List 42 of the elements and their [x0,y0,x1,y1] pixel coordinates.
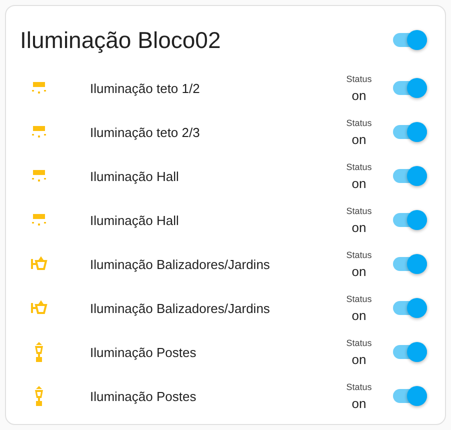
post-lantern-icon [33,342,45,362]
entity-name: Iluminação Balizadores/Jardins [90,300,271,316]
status-label: Status [346,250,372,260]
toggle-switch[interactable] [393,213,427,227]
status-value: on [352,264,366,278]
status-value: on [352,352,366,366]
status-label: Status [346,118,372,128]
post-lantern-icon [33,386,45,406]
toggle-switch[interactable] [393,345,427,359]
status-value: on [352,132,366,146]
wall-lantern-icon [30,299,48,317]
wall-lantern-icon [30,255,48,273]
status-value: on [352,396,366,410]
toggle-switch[interactable] [393,389,427,403]
status-value: on [352,176,366,190]
status-label: Status [346,206,372,216]
entity-name: Iluminação teto 1/2 [90,80,201,96]
ceiling-light-icon [31,170,47,182]
status-label: Status [346,382,372,392]
toggle-switch[interactable] [393,81,427,95]
toggle-switch[interactable] [393,33,427,47]
entity-name: Iluminação Balizadores/Jardins [90,256,271,272]
toggle-switch[interactable] [393,125,427,139]
status-label: Status [346,294,372,304]
status-value: on [352,88,366,102]
status-label: Status [346,162,372,172]
status-label: Status [346,74,372,84]
status-value: on [352,220,366,234]
status-label: Status [346,338,372,348]
ceiling-light-icon [31,214,47,226]
entity-name: Iluminação Postes [90,388,198,404]
ceiling-light-icon [31,126,47,138]
entity-name: Iluminação Hall [90,212,180,228]
entity-name: Iluminação teto 2/3 [90,124,201,140]
ceiling-light-icon [31,82,47,94]
entity-name: Iluminação Postes [90,344,198,360]
entity-name: Iluminação Hall [90,168,180,184]
toggle-switch[interactable] [393,257,427,271]
toggle-switch[interactable] [393,169,427,183]
card-title: Iluminação Bloco02 [20,26,221,54]
toggle-switch[interactable] [393,301,427,315]
status-value: on [352,308,366,322]
